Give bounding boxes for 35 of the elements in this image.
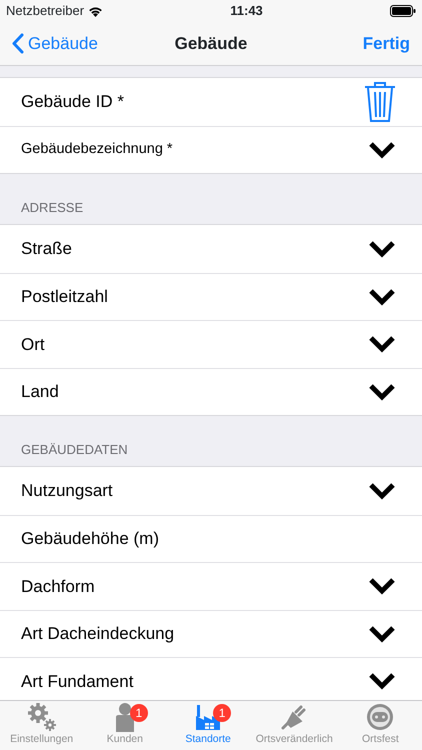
form-row[interactable]: Gebäudehöhe (m): [0, 514, 422, 562]
form-row[interactable]: Postleitzahl: [0, 272, 422, 320]
chevron-down-icon[interactable]: [368, 382, 396, 401]
carrier-name: Netzbetreiber: [6, 2, 84, 20]
chevron-down-icon[interactable]: [368, 288, 396, 306]
chevron-down-icon[interactable]: [368, 240, 396, 258]
chevron-down-icon[interactable]: [368, 140, 396, 159]
done-button[interactable]: Fertig: [362, 30, 410, 56]
form-row[interactable]: Art Dacheindeckung: [0, 610, 422, 657]
section-header: GEBÄUDEDATEN: [21, 440, 128, 458]
form-row[interactable]: Gebäude ID *: [0, 78, 422, 126]
form-row[interactable]: Straße: [0, 225, 422, 272]
form-row[interactable]: Land: [0, 368, 422, 415]
socket-icon: [365, 702, 396, 732]
form-row[interactable]: Ort: [0, 320, 422, 368]
chevron-down-icon[interactable]: [368, 482, 396, 500]
section-header: ADRESSE: [21, 198, 84, 216]
form-row[interactable]: Gebäudebezeichnung *: [0, 126, 422, 173]
tab-item[interactable]: Kunden 1: [83, 701, 166, 750]
trash-icon[interactable]: [364, 80, 396, 123]
back-chevron-icon[interactable]: [12, 33, 24, 54]
notification-badge: 1: [213, 704, 232, 722]
notification-badge: 1: [130, 704, 148, 722]
tab-item[interactable]: Standorte 1: [166, 701, 250, 750]
chevron-down-icon[interactable]: [368, 672, 396, 690]
back-button[interactable]: Gebäude: [12, 30, 98, 56]
nav-title: Gebäude: [174, 32, 248, 55]
chevron-down-icon[interactable]: [368, 335, 396, 354]
chevron-down-icon[interactable]: [368, 624, 396, 643]
form-row[interactable]: Dachform: [0, 562, 422, 610]
battery-icon: [390, 5, 416, 17]
status-time: 11:43: [230, 2, 263, 20]
chevron-down-icon[interactable]: [368, 577, 396, 596]
wifi-icon: [88, 6, 104, 16]
form-row[interactable]: Nutzungsart: [0, 467, 422, 514]
